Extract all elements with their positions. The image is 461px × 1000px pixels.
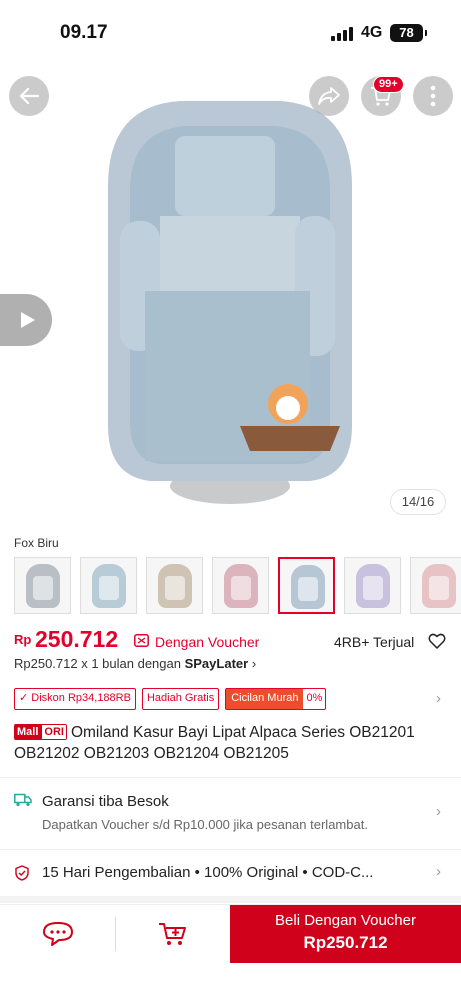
variant-thumbnails — [14, 557, 461, 615]
add-to-cart-button[interactable] — [116, 905, 230, 963]
chat-icon — [42, 922, 73, 946]
status-bar: 09.17 4G 78 — [0, 0, 461, 66]
share-button[interactable] — [309, 76, 349, 116]
discount-tag: ✓ Diskon Rp34,188RB — [14, 688, 136, 710]
variant-thumbnail-image — [92, 564, 126, 608]
variant-thumbnail[interactable] — [146, 557, 203, 614]
chevron-right-icon: › — [251, 656, 257, 671]
add-to-cart-icon — [159, 923, 186, 945]
variant-thumbnail[interactable] — [344, 557, 401, 614]
installment-label: Cicilan Murah — [226, 689, 304, 709]
variant-thumbnail-image — [224, 564, 258, 608]
paylater-info[interactable]: Rp250.712 x 1 bulan dengan SPayLater › — [14, 656, 256, 671]
divider — [0, 777, 461, 778]
installment-value: 0% — [306, 692, 323, 704]
variant-thumbnail-image — [291, 565, 325, 609]
bottom-action-bar: Beli Dengan Voucher Rp250.712 — [0, 904, 461, 963]
shipping-guarantee-row[interactable]: Garansi tiba Besok Dapatkan Voucher s/d … — [14, 787, 454, 847]
play-video-button[interactable] — [0, 294, 52, 346]
sold-count: 4RB+ Terjual — [334, 634, 415, 650]
section-divider — [0, 896, 461, 903]
shipping-title: Garansi tiba Besok — [42, 793, 169, 810]
chevron-right-icon: › — [436, 863, 441, 880]
variant-thumbnail[interactable] — [14, 557, 71, 614]
price-row: Rp 250.712 Dengan Voucher 4RB+ Terjual — [14, 626, 454, 656]
gift-tag: Hadiah Gratis — [141, 688, 220, 710]
signal-icon — [331, 27, 355, 41]
paylater-brand: SPayLater — [184, 656, 249, 671]
variant-thumbnail-image — [356, 564, 390, 608]
chevron-right-icon[interactable]: › — [436, 690, 441, 707]
more-options-button[interactable] — [413, 76, 453, 116]
price-currency: Rp — [14, 632, 32, 647]
promo-tags[interactable]: ✓ Diskon Rp34,188RB Hadiah Gratis Cicila… — [14, 688, 454, 710]
variant-thumbnail[interactable] — [212, 557, 269, 614]
buy-price: Rp250.712 — [303, 933, 388, 952]
status-time: 09.17 — [60, 22, 108, 43]
buy-label: Beli Dengan Voucher — [275, 912, 416, 929]
mall-ori-badge: Mall ORI — [14, 724, 67, 740]
product-page: 09.17 4G 78 99+ 14/16 Fox Biru Rp 250.71… — [0, 0, 461, 1000]
product-title: Mall ORI Omiland Kasur Bayi Lipat Alpaca S… — [14, 722, 454, 764]
chevron-right-icon: › — [436, 803, 441, 820]
chat-button[interactable] — [0, 905, 115, 963]
variant-thumbnail-image — [26, 564, 60, 608]
share-icon — [318, 87, 340, 105]
voucher-label[interactable]: Dengan Voucher — [155, 634, 259, 650]
back-arrow-icon — [19, 87, 40, 105]
variant-thumbnail-image — [422, 564, 456, 608]
variant-thumbnail[interactable] — [410, 557, 461, 614]
play-icon — [21, 312, 35, 328]
variant-thumbnail-image — [158, 564, 192, 608]
policy-text: 15 Hari Pengembalian • 100% Original • C… — [42, 864, 374, 881]
shield-icon — [15, 865, 29, 881]
truck-icon — [14, 793, 32, 807]
price-value: 250.712 — [35, 626, 119, 652]
divider — [0, 849, 461, 850]
heart-icon[interactable] — [428, 632, 446, 650]
variant-thumbnail[interactable] — [80, 557, 137, 614]
cart-badge: 99+ — [373, 76, 404, 93]
shipping-subtitle: Dapatkan Voucher s/d Rp10.000 jika pesan… — [42, 817, 368, 832]
more-vertical-icon — [430, 85, 436, 107]
product-title-text: Omiland Kasur Bayi Lipat Alpaca Series O… — [14, 724, 415, 762]
policy-row[interactable]: 15 Hari Pengembalian • 100% Original • C… — [14, 861, 454, 885]
variant-label: Fox Biru — [14, 536, 59, 550]
installment-tag: Cicilan Murah 0% — [225, 688, 327, 710]
paylater-prefix: Rp250.712 x 1 bulan dengan — [14, 656, 185, 671]
product-image-gallery[interactable]: 99+ 14/16 — [0, 66, 461, 526]
battery-icon: 78 — [390, 24, 427, 42]
buy-with-voucher-button[interactable]: Beli Dengan Voucher Rp250.712 — [230, 905, 461, 963]
network-label: 4G — [361, 24, 383, 41]
back-button[interactable] — [9, 76, 49, 116]
image-counter: 14/16 — [390, 489, 446, 515]
product-image — [108, 101, 352, 504]
variant-thumbnail[interactable] — [278, 557, 335, 614]
voucher-icon — [134, 634, 149, 647]
